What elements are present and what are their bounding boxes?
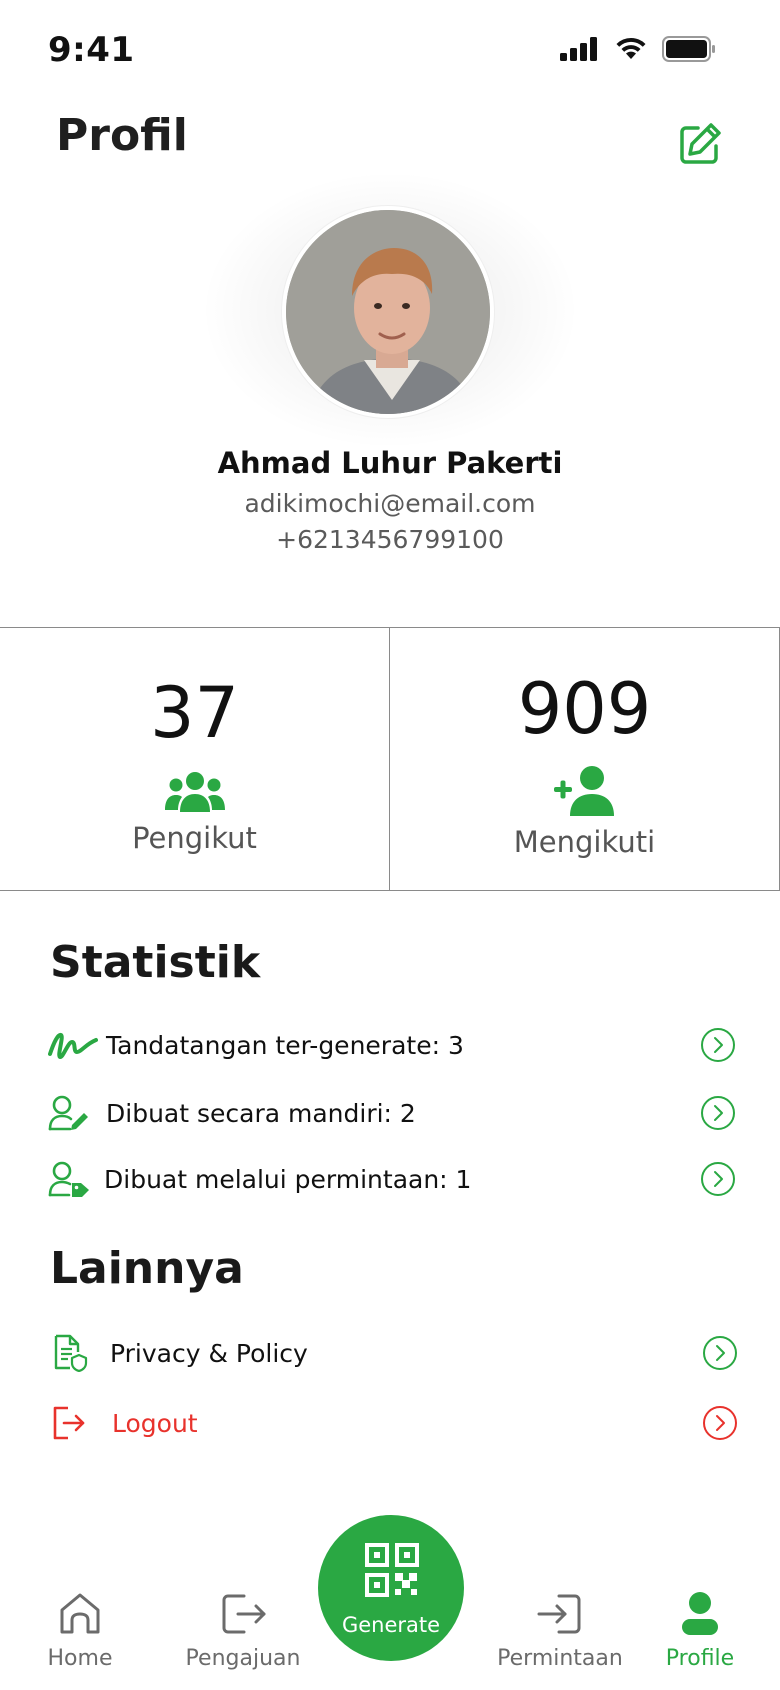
- user-edit-icon: [48, 1095, 88, 1131]
- followers-stat[interactable]: 37 Pengikut: [0, 628, 389, 890]
- nav-profile[interactable]: Profile: [625, 1590, 775, 1671]
- nav-profile-label: Profile: [665, 1646, 735, 1671]
- edit-profile-button[interactable]: [676, 120, 724, 168]
- followers-count: 37: [149, 672, 240, 754]
- generate-label: Generate: [341, 1613, 441, 1637]
- profile-email: adikimochi@email.com: [244, 489, 536, 518]
- nav-permintaan-label: Permintaan: [497, 1646, 623, 1671]
- profile-phone: +6213456799100: [276, 525, 504, 554]
- stat-row-self-made[interactable]: Dibuat secara mandiri: 2: [48, 1087, 736, 1139]
- edit-icon: [680, 123, 721, 164]
- request-icon: [537, 1594, 581, 1634]
- following-stat[interactable]: 909 Mengikuti: [389, 628, 780, 890]
- page-header: Profil: [0, 110, 780, 170]
- followers-label: Pengikut: [132, 821, 257, 855]
- logout-row[interactable]: Logout: [52, 1397, 738, 1449]
- user-tag-icon: [48, 1161, 89, 1197]
- nav-permintaan[interactable]: Permintaan: [485, 1590, 635, 1671]
- generate-button[interactable]: Generate: [318, 1515, 464, 1661]
- qr-code-icon: [365, 1543, 419, 1597]
- nav-home[interactable]: Home: [5, 1590, 155, 1671]
- stat-row-self-made-label: Dibuat secara mandiri: 2: [106, 1098, 416, 1128]
- chevron-right-icon: [703, 1406, 737, 1440]
- following-count: 909: [517, 668, 652, 750]
- follow-stats: 37 Pengikut 909 Mengikuti: [0, 627, 780, 891]
- chevron-right-icon: [701, 1096, 735, 1130]
- logout-icon: [53, 1406, 85, 1440]
- stat-row-generated[interactable]: Tandatangan ter-generate: 3: [48, 1019, 736, 1071]
- stat-row-by-request[interactable]: Dibuat melalui permintaan: 1: [48, 1153, 736, 1205]
- user-plus-icon: [553, 766, 614, 816]
- privacy-policy-row[interactable]: Privacy & Policy: [52, 1327, 738, 1379]
- status-bar: 9:41: [0, 0, 780, 100]
- avatar-photo: [286, 210, 490, 414]
- chevron-right-icon: [701, 1028, 735, 1062]
- profile-icon: [682, 1592, 718, 1635]
- page-title: Profil: [56, 110, 188, 161]
- signature-icon: [48, 1032, 98, 1059]
- lainnya-title: Lainnya: [50, 1243, 244, 1294]
- logout-label: Logout: [112, 1408, 198, 1438]
- chevron-right-icon: [703, 1336, 737, 1370]
- home-icon: [60, 1593, 100, 1634]
- statistik-title: Statistik: [50, 937, 261, 988]
- following-label: Mengikuti: [513, 825, 656, 859]
- nav-home-label: Home: [47, 1646, 113, 1671]
- status-time: 9:41: [48, 30, 135, 70]
- stat-row-generated-label: Tandatangan ter-generate: 3: [106, 1030, 464, 1060]
- submit-icon: [222, 1594, 266, 1634]
- document-shield-icon: [54, 1334, 88, 1372]
- chevron-right-icon: [701, 1162, 735, 1196]
- privacy-policy-label: Privacy & Policy: [110, 1338, 308, 1368]
- avatar: [282, 206, 494, 418]
- nav-pengajuan[interactable]: Pengajuan: [168, 1590, 318, 1671]
- nav-pengajuan-label: Pengajuan: [185, 1646, 301, 1671]
- stat-row-by-request-label: Dibuat melalui permintaan: 1: [104, 1164, 472, 1194]
- battery-icon: [662, 36, 715, 62]
- users-icon: [164, 772, 225, 812]
- wifi-icon: [616, 37, 646, 59]
- signal-icon: [560, 37, 597, 61]
- profile-name: Ahmad Luhur Pakerti: [217, 446, 563, 480]
